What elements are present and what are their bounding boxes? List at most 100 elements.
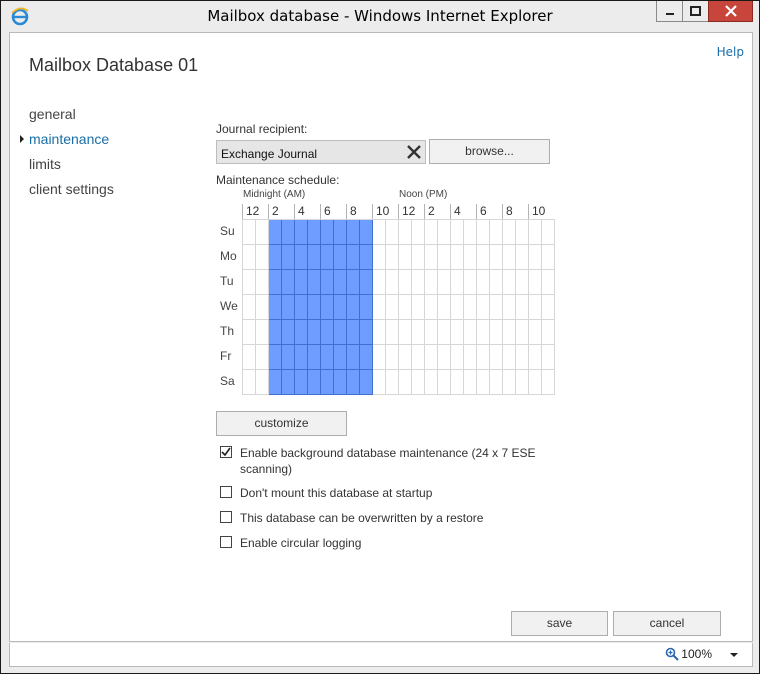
title-bar[interactable]: Mailbox database - Windows Internet Expl… — [1, 1, 759, 31]
schedule-cell[interactable] — [477, 220, 490, 245]
schedule-cell[interactable] — [334, 295, 347, 320]
schedule-cell[interactable] — [490, 370, 503, 395]
schedule-cell[interactable] — [477, 370, 490, 395]
nav-item-general[interactable]: general — [29, 105, 114, 130]
schedule-cell[interactable] — [308, 220, 321, 245]
schedule-cell[interactable] — [243, 345, 256, 370]
schedule-cell[interactable] — [295, 220, 308, 245]
schedule-cell[interactable] — [542, 295, 555, 320]
schedule-cell[interactable] — [360, 320, 373, 345]
schedule-cell[interactable] — [464, 345, 477, 370]
schedule-cell[interactable] — [243, 295, 256, 320]
option-checkbox[interactable] — [220, 511, 232, 523]
schedule-cell[interactable] — [438, 245, 451, 270]
schedule-cell[interactable] — [438, 320, 451, 345]
schedule-cell[interactable] — [412, 320, 425, 345]
schedule-cell[interactable] — [438, 345, 451, 370]
schedule-cell[interactable] — [243, 220, 256, 245]
schedule-cell[interactable] — [360, 220, 373, 245]
schedule-cell[interactable] — [308, 270, 321, 295]
schedule-cell[interactable] — [490, 220, 503, 245]
schedule-cell[interactable] — [256, 320, 269, 345]
schedule-cell[interactable] — [477, 270, 490, 295]
schedule-cell[interactable] — [477, 345, 490, 370]
schedule-cell[interactable] — [451, 220, 464, 245]
schedule-cell[interactable] — [503, 320, 516, 345]
schedule-cell[interactable] — [386, 295, 399, 320]
schedule-cell[interactable] — [386, 245, 399, 270]
schedule-cell[interactable] — [295, 320, 308, 345]
schedule-cell[interactable] — [269, 245, 282, 270]
schedule-cell[interactable] — [529, 345, 542, 370]
schedule-cell[interactable] — [425, 345, 438, 370]
schedule-cell[interactable] — [425, 370, 438, 395]
schedule-cell[interactable] — [295, 345, 308, 370]
schedule-cell[interactable] — [386, 370, 399, 395]
schedule-cell[interactable] — [334, 270, 347, 295]
schedule-cell[interactable] — [269, 370, 282, 395]
schedule-cell[interactable] — [360, 295, 373, 320]
schedule-cell[interactable] — [243, 320, 256, 345]
schedule-cell[interactable] — [516, 320, 529, 345]
schedule-cell[interactable] — [425, 220, 438, 245]
schedule-cell[interactable] — [295, 270, 308, 295]
schedule-cell[interactable] — [464, 245, 477, 270]
schedule-cell[interactable] — [477, 295, 490, 320]
schedule-cell[interactable] — [243, 370, 256, 395]
schedule-cell[interactable] — [295, 370, 308, 395]
schedule-cell[interactable] — [282, 295, 295, 320]
schedule-cell[interactable] — [282, 220, 295, 245]
zoom-control[interactable]: 100% — [665, 647, 712, 661]
schedule-cell[interactable] — [529, 220, 542, 245]
schedule-cell[interactable] — [347, 245, 360, 270]
close-window-button[interactable] — [708, 1, 753, 22]
schedule-cell[interactable] — [386, 220, 399, 245]
schedule-cell[interactable] — [464, 370, 477, 395]
schedule-cell[interactable] — [256, 270, 269, 295]
maintenance-schedule-grid[interactable] — [242, 219, 555, 395]
schedule-cell[interactable] — [438, 270, 451, 295]
schedule-cell[interactable] — [503, 270, 516, 295]
schedule-cell[interactable] — [529, 245, 542, 270]
schedule-cell[interactable] — [269, 295, 282, 320]
schedule-cell[interactable] — [269, 220, 282, 245]
journal-recipient-field[interactable]: Exchange Journal — [216, 140, 426, 164]
schedule-cell[interactable] — [451, 320, 464, 345]
schedule-cell[interactable] — [360, 370, 373, 395]
schedule-cell[interactable] — [334, 220, 347, 245]
schedule-cell[interactable] — [308, 320, 321, 345]
customize-button[interactable]: customize — [216, 411, 347, 436]
schedule-cell[interactable] — [425, 320, 438, 345]
option-checkbox[interactable] — [220, 486, 232, 498]
schedule-cell[interactable] — [282, 370, 295, 395]
schedule-cell[interactable] — [360, 245, 373, 270]
schedule-cell[interactable] — [490, 345, 503, 370]
schedule-cell[interactable] — [516, 270, 529, 295]
schedule-cell[interactable] — [490, 245, 503, 270]
schedule-cell[interactable] — [425, 295, 438, 320]
schedule-cell[interactable] — [503, 220, 516, 245]
schedule-cell[interactable] — [399, 320, 412, 345]
schedule-cell[interactable] — [542, 245, 555, 270]
option-checkbox[interactable] — [220, 536, 232, 548]
schedule-cell[interactable] — [321, 320, 334, 345]
schedule-cell[interactable] — [412, 245, 425, 270]
schedule-cell[interactable] — [490, 270, 503, 295]
schedule-cell[interactable] — [425, 270, 438, 295]
schedule-cell[interactable] — [490, 295, 503, 320]
schedule-cell[interactable] — [256, 220, 269, 245]
schedule-cell[interactable] — [295, 245, 308, 270]
schedule-cell[interactable] — [503, 345, 516, 370]
schedule-cell[interactable] — [373, 370, 386, 395]
schedule-cell[interactable] — [464, 295, 477, 320]
schedule-cell[interactable] — [399, 270, 412, 295]
schedule-cell[interactable] — [321, 295, 334, 320]
schedule-cell[interactable] — [490, 320, 503, 345]
schedule-cell[interactable] — [438, 370, 451, 395]
schedule-cell[interactable] — [438, 220, 451, 245]
schedule-cell[interactable] — [529, 370, 542, 395]
schedule-cell[interactable] — [269, 345, 282, 370]
schedule-cell[interactable] — [399, 245, 412, 270]
schedule-cell[interactable] — [529, 295, 542, 320]
schedule-cell[interactable] — [542, 320, 555, 345]
